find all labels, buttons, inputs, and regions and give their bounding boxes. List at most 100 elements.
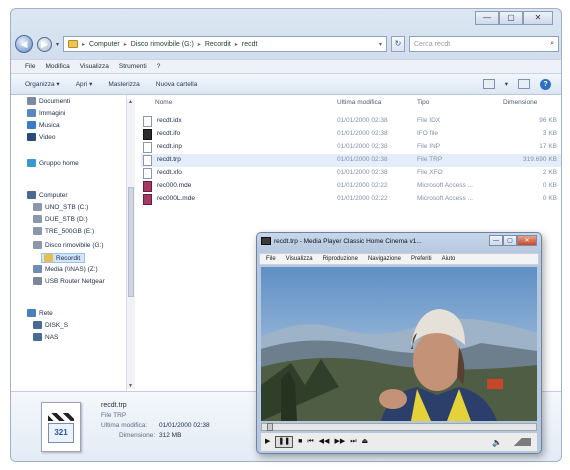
file-row[interactable]: recdt.idx 01/01/2000 02:38 File IDX 96 KB — [141, 115, 561, 128]
maximize-button[interactable]: ▢ — [499, 11, 523, 25]
volume-slider[interactable] — [505, 438, 531, 446]
nav-item[interactable]: USB Router Netgear — [33, 277, 105, 285]
media-player-window[interactable]: recdt.trp - Media Player Classic Home Ci… — [256, 232, 542, 454]
fast-forward-button[interactable]: ▶▶ — [334, 437, 345, 447]
search-placeholder: Cerca recdt — [414, 40, 451, 48]
nav-item[interactable]: Documenti — [27, 97, 70, 105]
file-modified: 01/01/2000 02:38 — [337, 156, 388, 163]
menu-view[interactable]: Visualizza — [80, 63, 109, 70]
stop-button[interactable]: ■ — [298, 437, 302, 447]
chevron-down-icon[interactable]: ▾ — [379, 41, 382, 48]
rewind-button[interactable]: ◀◀ — [319, 437, 330, 447]
column-modified[interactable]: Ultima modifica — [337, 99, 381, 111]
organize-button[interactable]: Organizza ▾ — [25, 80, 60, 88]
file-row[interactable]: rec000L.mde 01/01/2000 02:22 Microsoft Acc… — [141, 193, 561, 206]
detail-modified-label: Ultima modifica: — [101, 422, 148, 429]
history-dropdown-icon[interactable]: ▾ — [56, 41, 59, 48]
file-row[interactable]: recdt.inp 01/01/2000 02:38 File INP 17 KB — [141, 141, 561, 154]
address-bar[interactable]: ▸ Computer ▸ Disco rimovibile (G:) ▸ Rec… — [63, 36, 387, 52]
nav-item[interactable]: Recordit — [41, 253, 86, 263]
nav-item[interactable]: Immagini — [27, 109, 65, 117]
forward-button[interactable]: ▶ — [37, 36, 52, 52]
column-size[interactable]: Dimensione — [503, 99, 537, 111]
nav-item[interactable]: UNO_STB (C:) — [33, 203, 88, 211]
nav-item[interactable]: Video — [27, 133, 56, 141]
file-row[interactable]: recdt.ifo 01/01/2000 02:38 IFO file 3 KB — [141, 128, 561, 141]
nav-item[interactable]: Musica — [27, 121, 60, 129]
file-name: recdt.idx — [157, 117, 182, 124]
back-button[interactable]: ◀ — [15, 35, 33, 53]
column-type[interactable]: Tipo — [417, 99, 429, 111]
nav-item-label: Media (\\NAS) (Z:) — [45, 265, 98, 273]
seek-handle[interactable] — [267, 423, 274, 431]
nav-item[interactable]: Computer — [27, 191, 68, 199]
next-button[interactable]: ⏭ — [350, 437, 356, 447]
nav-item[interactable]: DISK_S — [33, 321, 68, 329]
file-name: rec000L.mde — [157, 195, 195, 202]
close-button[interactable]: ✕ — [523, 11, 553, 25]
file-modified: 01/01/2000 02:38 — [337, 169, 388, 176]
nav-item[interactable]: Disco rimovibile (G:) — [33, 241, 104, 249]
menu-tools[interactable]: Strumenti — [119, 63, 147, 70]
breadcrumb-item[interactable]: Disco rimovibile (G:) — [131, 41, 194, 48]
seek-bar[interactable] — [261, 423, 537, 431]
breadcrumb-item[interactable]: Computer — [89, 41, 120, 48]
file-row[interactable]: recdt.trp 01/01/2000 02:38 File TRP 319.690… — [141, 154, 561, 167]
file-type: IFO file — [417, 130, 438, 137]
previous-button[interactable]: ⏮ — [307, 437, 313, 447]
file-icon-label: 321 — [48, 423, 74, 443]
player-minimize-button[interactable]: — — [489, 235, 503, 246]
minimize-button[interactable]: — — [475, 11, 499, 25]
scroll-down-icon[interactable]: ▼ — [128, 383, 133, 389]
new-folder-button[interactable]: Nuova cartella — [156, 81, 198, 88]
file-size: 17 KB — [539, 143, 557, 150]
pause-button[interactable]: ❚❚ — [275, 436, 294, 448]
file-row[interactable]: recdt.xfo 01/01/2000 02:38 File XFO 2 KB — [141, 167, 561, 180]
scroll-up-icon[interactable]: ▲ — [128, 99, 133, 105]
nav-item-label: DUE_STB (D:) — [45, 215, 88, 223]
player-maximize-button[interactable]: ▢ — [503, 235, 517, 246]
nav-item[interactable]: Gruppo home — [27, 159, 79, 167]
scrollbar-thumb[interactable] — [128, 187, 134, 297]
burn-button[interactable]: Masterizza — [108, 81, 139, 88]
nav-item[interactable]: NAS — [33, 333, 58, 341]
nav-item[interactable]: Media (\\NAS) (Z:) — [33, 265, 98, 273]
file-row[interactable]: rec000.mde 01/01/2000 02:22 Microsoft Acce… — [141, 180, 561, 193]
menu-help[interactable]: ? — [157, 63, 161, 70]
player-menu-view[interactable]: Visualizza — [286, 256, 313, 262]
player-menu-file[interactable]: File — [266, 256, 276, 262]
navigation-scrollbar[interactable]: ▲ ▼ — [127, 99, 135, 389]
file-icon — [143, 116, 152, 127]
speaker-icon[interactable]: 🔈 — [492, 438, 502, 447]
column-name[interactable]: Nome — [155, 99, 172, 111]
player-menu-help[interactable]: Aiuto — [442, 256, 456, 262]
eject-button[interactable]: ⏏ — [362, 437, 369, 447]
network-icon — [27, 309, 36, 317]
player-menu-navigate[interactable]: Navigazione — [368, 256, 401, 262]
player-close-button[interactable]: ✕ — [517, 235, 537, 246]
preview-pane-icon[interactable] — [518, 79, 530, 89]
search-input[interactable]: Cerca recdt ⌕ — [409, 36, 559, 52]
menu-edit[interactable]: Modifica — [45, 63, 69, 70]
nav-item-label: USB Router Netgear — [45, 277, 105, 285]
video-icon — [27, 133, 36, 141]
network-computer-icon — [33, 321, 42, 329]
open-button[interactable]: Apri ▾ — [76, 80, 93, 88]
menu-file[interactable]: File — [25, 63, 35, 70]
play-button[interactable]: ▶ — [265, 437, 270, 447]
detail-file-name: recdt.trp — [101, 402, 127, 409]
player-menu-favorites[interactable]: Preferiti — [411, 256, 432, 262]
video-frame[interactable] — [261, 267, 537, 421]
nav-item[interactable]: TRE_500GB (E:) — [33, 227, 94, 235]
nav-item[interactable]: DUE_STB (D:) — [33, 215, 88, 223]
nav-item-label: Documenti — [39, 97, 71, 105]
help-icon[interactable]: ? — [540, 78, 551, 90]
navigation-pane: Documenti Immagini Musica Video Gruppo home C… — [11, 95, 127, 391]
breadcrumb-item[interactable]: recdt — [242, 41, 258, 48]
view-options-icon[interactable] — [482, 79, 495, 89]
nav-item[interactable]: Rete — [27, 309, 53, 317]
breadcrumb-item[interactable]: Recordit — [205, 41, 231, 48]
player-menu-play[interactable]: Riproduzione — [323, 256, 358, 262]
refresh-button[interactable]: ↻ — [391, 36, 405, 52]
chevron-down-icon[interactable]: ▾ — [505, 80, 508, 88]
